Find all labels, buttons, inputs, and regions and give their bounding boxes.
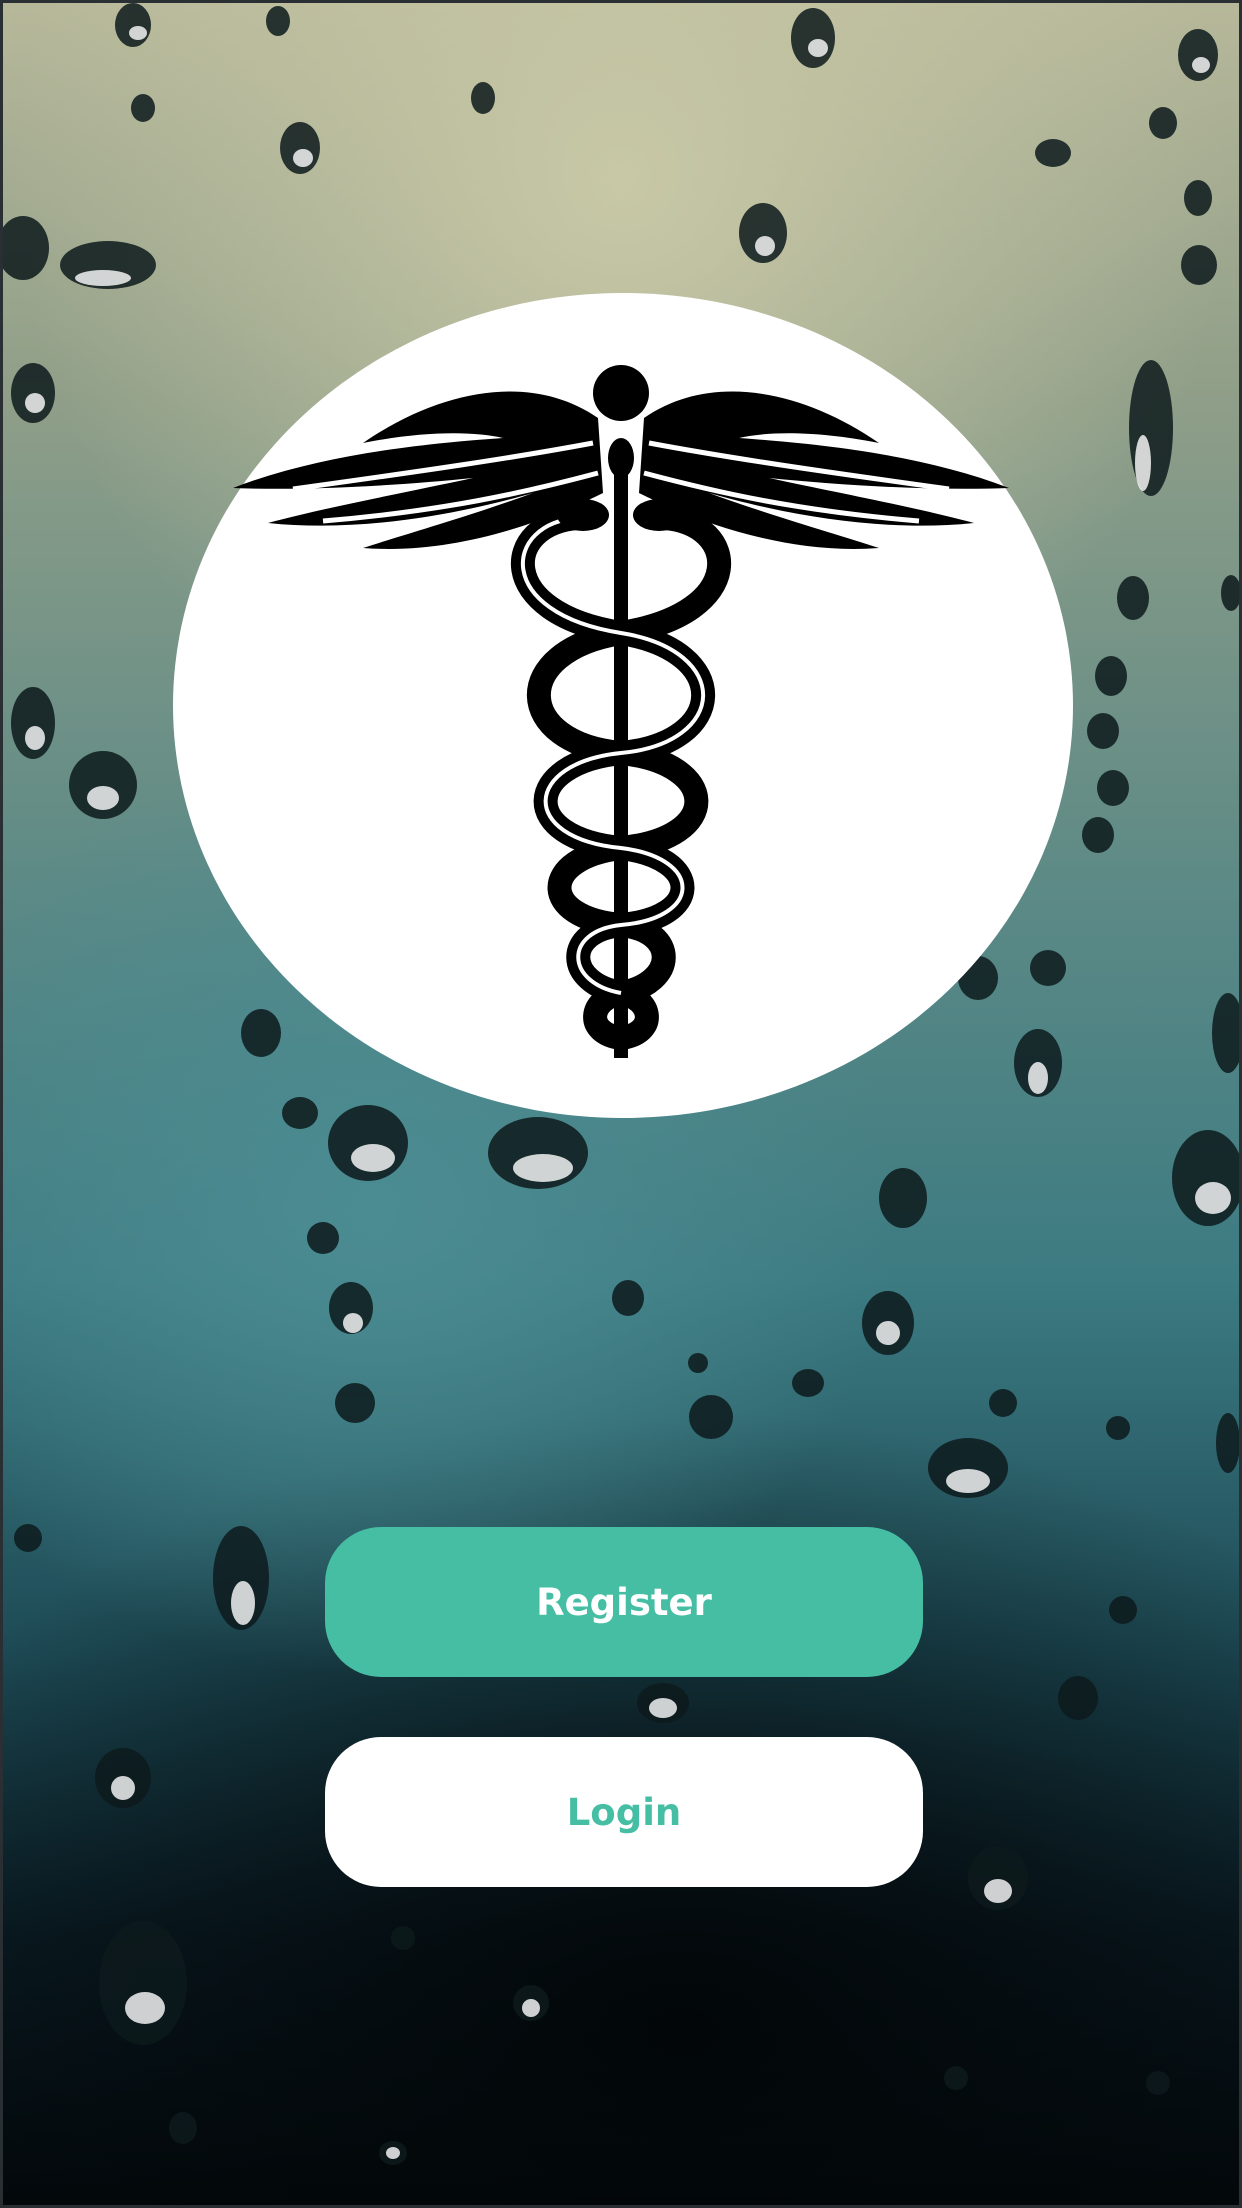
logo-circle [173,293,1073,1118]
login-button[interactable]: Login [325,1737,923,1887]
register-button[interactable]: Register [325,1527,923,1677]
welcome-screen: Register Login [0,0,1242,2208]
caduceus-icon [233,365,1009,1058]
